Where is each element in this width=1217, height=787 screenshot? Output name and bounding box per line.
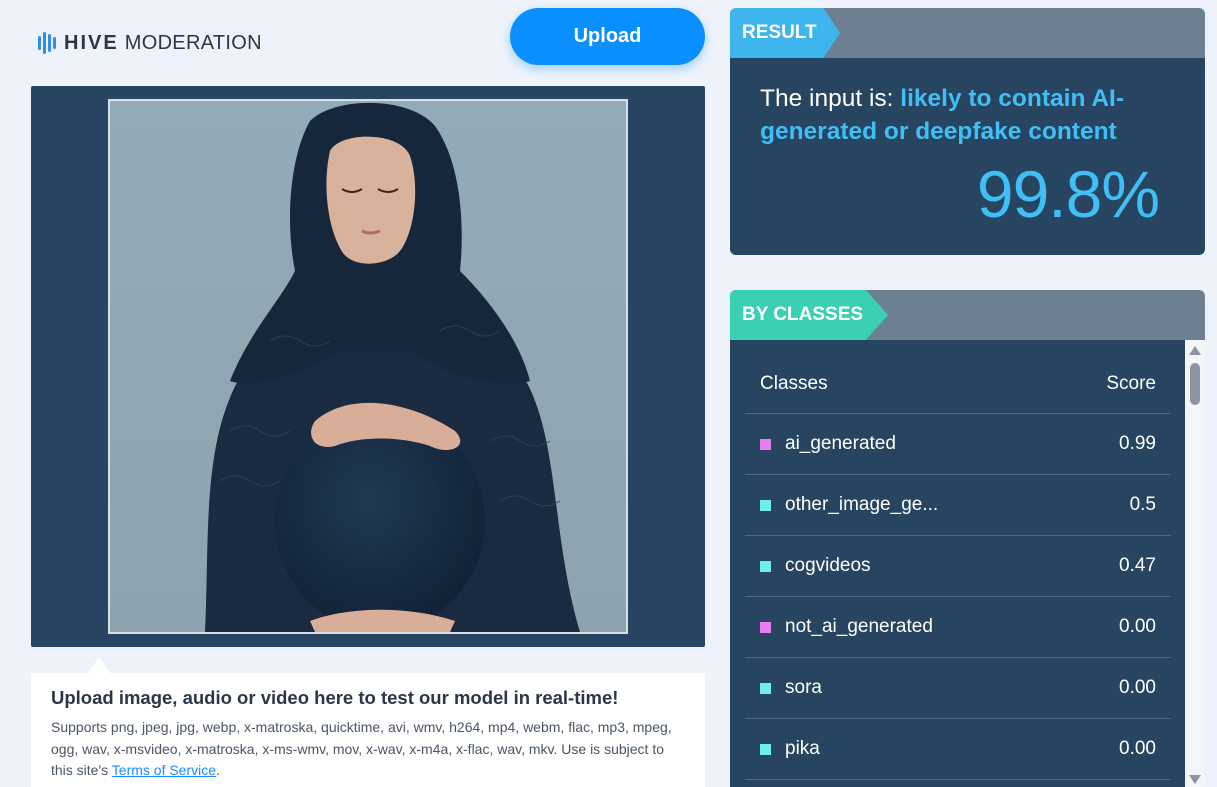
class-name: cogvideos [785,555,871,576]
classes-scrollbar[interactable] [1185,340,1205,787]
class-color-swatch [760,621,771,633]
class-score: 0.00 [1119,677,1156,698]
class-name: sora [785,677,822,698]
class-color-swatch [760,743,771,755]
class-score: 0.00 [1119,616,1156,637]
table-row: pika 0.00 [745,719,1171,780]
class-color-swatch [760,438,771,450]
scroll-down-arrow-icon[interactable] [1189,775,1201,784]
image-preview-panel [31,86,705,647]
classes-panel: Classes Score ai_generated 0.99 other_im… [730,340,1205,787]
class-color-swatch [760,560,771,572]
upload-button[interactable]: Upload [510,8,705,65]
scrollbar-thumb[interactable] [1190,363,1200,405]
result-panel: The input is: likely to contain AI-gener… [730,58,1205,255]
class-score: 0.00 [1119,738,1156,759]
uploaded-image [108,99,628,634]
class-name: not_ai_generated [785,616,933,637]
logo-name-light: MODERATION [124,31,262,54]
upload-info-text: Supports png, jpeg, jpg, webp, x-matrosk… [51,717,685,782]
class-score: 0.99 [1119,433,1156,454]
class-score: 0.5 [1129,494,1156,515]
class-name: ai_generated [785,433,896,454]
terms-suffix: . [216,762,220,778]
result-percentage: 99.8% [976,157,1160,231]
result-sentence: The input is: likely to contain AI-gener… [760,82,1175,148]
upload-info-title: Upload image, audio or video here to tes… [51,687,619,708]
table-row: cogvideos 0.47 [745,536,1171,597]
classes-table: Classes Score ai_generated 0.99 other_im… [745,354,1171,780]
result-tag: RESULT [730,8,840,58]
hive-logo[interactable]: HIVE MODERATION [38,30,262,56]
column-header-score: Score [1106,372,1156,394]
classes-table-header: Classes Score [745,354,1171,414]
upload-info-box: Upload image, audio or video here to tes… [31,673,705,787]
table-row: sora 0.00 [745,658,1171,719]
scroll-up-arrow-icon[interactable] [1189,346,1201,355]
logo-name-bold: HIVE [64,31,119,54]
uploaded-image-figure [110,101,626,632]
table-row: not_ai_generated 0.00 [745,597,1171,658]
result-header: RESULT [730,8,1205,58]
class-color-swatch [760,682,771,694]
class-name: pika [785,738,820,759]
class-color-swatch [760,499,771,511]
result-prefix: The input is: [760,85,901,112]
hive-logo-icon [38,32,56,54]
column-header-classes: Classes [760,372,828,394]
class-name: other_image_ge... [785,494,939,515]
classes-header: BY CLASSES [730,290,1205,340]
table-row: other_image_ge... 0.5 [745,475,1171,536]
terms-of-service-link[interactable]: Terms of Service [112,762,216,778]
class-score: 0.47 [1119,555,1156,576]
table-row: ai_generated 0.99 [745,414,1171,475]
info-caret [88,657,110,673]
logo-text: HIVE MODERATION [64,32,262,55]
classes-tag: BY CLASSES [730,290,888,340]
